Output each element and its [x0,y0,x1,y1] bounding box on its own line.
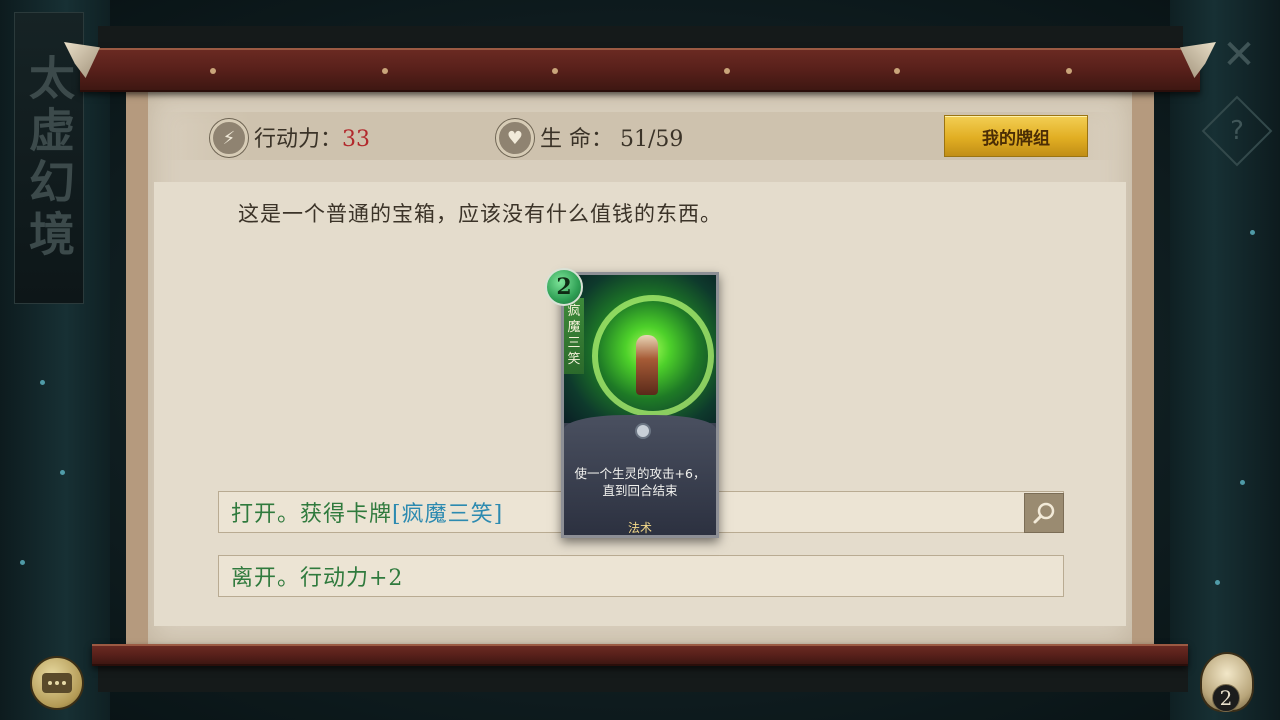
option-open-text: 打开。获得卡牌 [231,502,393,527]
magnifier-icon [1033,502,1055,524]
bubble-decoration [1240,480,1245,485]
bottom-frame-band [98,662,1188,692]
area-title: 太虚幻境 [22,54,76,262]
card-art-figure [636,335,658,395]
card-name-char: 三 [567,336,581,351]
card-cost-badge: 2 [545,268,583,306]
chat-button[interactable] [30,656,84,710]
roller-stud [894,68,900,74]
my-deck-button[interactable]: 我的牌组 [944,115,1088,157]
card-rarity-gem [635,423,651,439]
option-card-link[interactable]: [疯魔三笑] [392,496,503,528]
card-name: 疯 魔 三 笑 [564,298,584,374]
card-preview[interactable]: 使一个生灵的攻击+6，直到回合结束 法术 [561,272,719,538]
bubble-decoration [20,560,25,565]
life-value: 51/59 [620,127,684,152]
action-points-label: 行动力： [254,127,343,152]
help-icon: ? [1230,116,1244,146]
card-preview-button[interactable] [1024,493,1064,533]
scroll-bottom-roller [92,644,1188,666]
event-description: 这是一个普通的宝箱，应该没有什么值钱的东西。 [238,202,722,226]
action-points-value: 33 [342,127,371,152]
chat-bubble-icon [42,673,72,693]
bubble-decoration [1215,580,1220,585]
action-points: 行动力：33 [254,121,370,153]
card-effect-text: 使一个生灵的攻击+6，直到回合结束 [574,466,706,498]
card-artwork [564,275,716,423]
roller-stud [1066,68,1072,74]
bubble-decoration [40,380,45,385]
life-points: 生 命： 51/59 [540,121,683,153]
option-leave-text: 离开。行动力+2 [231,566,404,591]
roller-stud [552,68,558,74]
bubble-decoration [60,470,65,475]
option-leave[interactable]: 离开。行动力+2 [218,555,1064,597]
life-label: 生 命： [540,127,613,152]
card-type: 法术 [627,521,652,535]
card-name-char: 疯 [567,304,581,319]
heart-icon: ♥ [496,119,534,157]
scroll-top-roller [80,48,1200,92]
close-button[interactable]: ✕ [1214,30,1264,80]
lightning-icon: ⚡ [210,119,248,157]
card-name-char: 笑 [567,352,581,367]
roller-stud [724,68,730,74]
roller-stud [382,68,388,74]
roller-stud [210,68,216,74]
card-pack-count: 2 [1212,684,1240,712]
close-icon: ✕ [1222,32,1256,78]
card-name-char: 魔 [567,320,581,335]
bubble-decoration [1250,230,1255,235]
